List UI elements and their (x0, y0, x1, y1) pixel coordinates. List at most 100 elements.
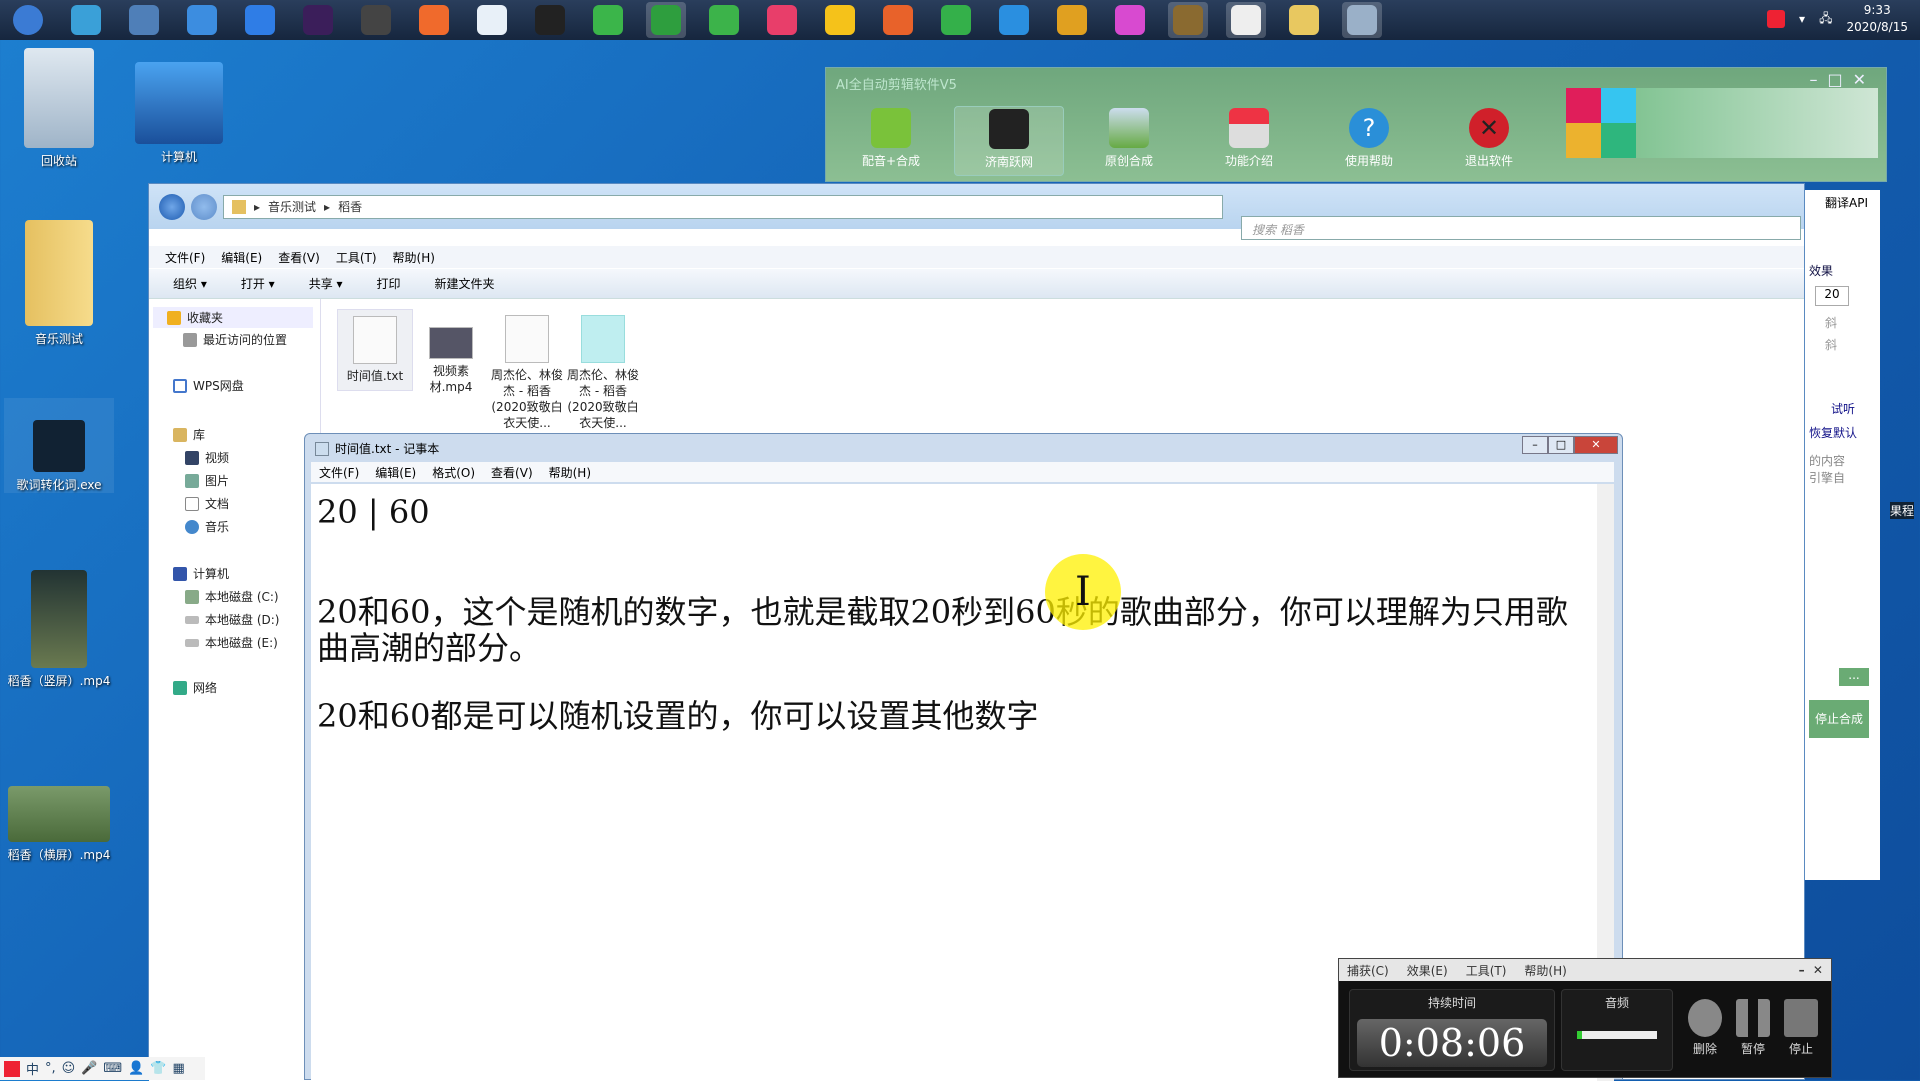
original-compose-button[interactable]: 原创合成 (1074, 106, 1184, 176)
breadcrumb-daoxiang[interactable]: 稻香 (338, 198, 362, 215)
value-input[interactable]: 20 (1815, 286, 1849, 306)
close-button[interactable]: ✕ (1574, 436, 1618, 454)
print-button[interactable]: 打印 (377, 275, 401, 292)
nav-library[interactable]: 库 (173, 426, 205, 443)
desktop-icon-computer[interactable]: 计算机 (124, 62, 234, 165)
translate-api-tab[interactable]: 翻译API (1825, 194, 1868, 211)
menu-format[interactable]: 格式(O) (432, 464, 475, 481)
camtasia-taskbar-button[interactable] (588, 2, 628, 38)
notepad-taskbar-button[interactable] (1342, 2, 1382, 38)
camtasia-recorder-taskbar-button[interactable] (646, 2, 686, 38)
k-app-taskbar-button[interactable] (240, 2, 280, 38)
video-editor-taskbar-button[interactable] (1168, 2, 1208, 38)
jinan-yuewang-button[interactable]: 济南跃网 (954, 106, 1064, 176)
camtasia-white-taskbar-button[interactable] (1226, 2, 1266, 38)
checkbox-1[interactable]: 斜 (1825, 314, 1837, 331)
clock[interactable]: 9:33 2020/8/15 (1846, 2, 1908, 36)
stop-compose-button[interactable]: 停止合成 (1809, 700, 1869, 738)
start-orb-taskbar-button[interactable] (8, 2, 48, 38)
breadcrumb-music-test[interactable]: 音乐测试 (268, 198, 316, 215)
address-bar[interactable]: ▸ 音乐测试 ▸ 稻香 (223, 194, 1223, 219)
file-item-song-mp3[interactable]: 周杰伦、林俊杰 - 稻香 (2020致敬白衣天使... (565, 315, 641, 431)
help-button[interactable]: ? 使用帮助 (1314, 106, 1424, 176)
after-effects-taskbar-button[interactable] (298, 2, 338, 38)
organize-button[interactable]: 组织 ▾ (173, 275, 207, 292)
desktop-icon-vertical-mp4[interactable]: 稻香（竖屏）.mp4 (4, 570, 114, 689)
delete-button[interactable]: 删除 (1685, 999, 1725, 1057)
firefox-taskbar-button[interactable] (878, 2, 918, 38)
minimize-button[interactable]: – (1522, 436, 1548, 454)
audio-volume-slider[interactable] (1577, 1031, 1657, 1039)
file-explorer-taskbar-button[interactable] (1284, 2, 1324, 38)
desktop-icon-music-test[interactable]: 音乐测试 (4, 220, 114, 347)
scissors-taskbar-button[interactable] (356, 2, 396, 38)
share-button[interactable]: 共享 ▾ (309, 275, 343, 292)
search-input[interactable]: 搜索 稻香 (1241, 216, 1801, 240)
keyboard-icon[interactable]: ⌨ (103, 1061, 122, 1076)
sogou-ime-icon[interactable] (1767, 10, 1786, 28)
recorder-min-close[interactable]: – ✕ (1799, 963, 1823, 977)
ime-mode[interactable]: 中 (26, 1059, 39, 1078)
nav-video[interactable]: 视频 (185, 449, 229, 466)
nav-documents[interactable]: 文档 (185, 495, 229, 512)
desktop-icon-horizontal-mp4[interactable]: 稻香（横屏）.mp4 (4, 786, 114, 863)
nav-pictures[interactable]: 图片 (185, 472, 229, 489)
tray-expand-icon[interactable]: ▾ (1799, 12, 1805, 26)
menu-help[interactable]: 帮助(H) (1524, 962, 1566, 979)
color-wheel-taskbar-button[interactable] (1110, 2, 1150, 38)
menu-help[interactable]: 帮助(H) (393, 249, 435, 266)
m-yellow-app-taskbar-button[interactable] (820, 2, 860, 38)
menu-capture[interactable]: 捕获(C) (1347, 962, 1389, 979)
punctuation-icon[interactable]: °, (45, 1061, 56, 1076)
open-button[interactable]: 打开 ▾ (241, 275, 275, 292)
nav-favorites[interactable]: 收藏夹 (153, 307, 313, 328)
new-folder-button[interactable]: 新建文件夹 (435, 275, 495, 292)
back-button[interactable] (159, 193, 185, 220)
nav-music[interactable]: 音乐 (185, 518, 229, 535)
maximize-button[interactable]: □ (1548, 436, 1574, 454)
qq-taskbar-button[interactable] (530, 2, 570, 38)
pause-button[interactable]: 暂停 (1733, 999, 1773, 1057)
pen-app-taskbar-button[interactable] (472, 2, 512, 38)
music-app-taskbar-button[interactable] (762, 2, 802, 38)
desktop-icon-lyrics-exe[interactable]: 歌词转化词.exe (4, 398, 114, 493)
nav-drive-c[interactable]: 本地磁盘 (C:) (185, 588, 279, 605)
emoji-icon[interactable]: ☺ (62, 1061, 76, 1076)
nav-drive-d[interactable]: 本地磁盘 (D:) (185, 611, 279, 628)
chrome-taskbar-button[interactable] (1052, 2, 1092, 38)
listen-button[interactable]: 试听 (1831, 400, 1855, 417)
stop-button[interactable]: 停止 (1781, 999, 1821, 1057)
green-browser-taskbar-button[interactable] (936, 2, 976, 38)
wechat-taskbar-button[interactable] (704, 2, 744, 38)
menu-tools[interactable]: 工具(T) (1466, 962, 1507, 979)
checkbox-2[interactable]: 斜 (1825, 336, 1837, 353)
forward-button[interactable] (191, 193, 217, 220)
features-button[interactable]: 功能介绍 (1194, 106, 1304, 176)
toolbox-icon[interactable]: ▦ (173, 1061, 185, 1076)
menu-file[interactable]: 文件(F) (319, 464, 359, 481)
menu-view[interactable]: 查看(V) (491, 464, 533, 481)
menu-tools[interactable]: 工具(T) (336, 249, 377, 266)
restore-default-button[interactable]: 恢复默认 (1809, 424, 1857, 441)
m-app-taskbar-button[interactable] (124, 2, 164, 38)
window-controls[interactable]: –□✕ (1809, 70, 1876, 89)
menu-edit[interactable]: 编辑(E) (221, 249, 262, 266)
menu-view[interactable]: 查看(V) (278, 249, 320, 266)
file-item-mp4[interactable]: 视频素材.mp4 (413, 315, 489, 395)
nav-wps[interactable]: WPS网盘 (173, 377, 244, 394)
bird-app-taskbar-button[interactable] (66, 2, 106, 38)
qq-browser-taskbar-button[interactable] (182, 2, 222, 38)
file-item-song-1[interactable]: 周杰伦、林俊杰 - 稻香 (2020致敬白衣天使... (489, 315, 565, 431)
ie-taskbar-button[interactable] (994, 2, 1034, 38)
nav-computer[interactable]: 计算机 (173, 565, 229, 582)
menu-edit[interactable]: 编辑(E) (375, 464, 416, 481)
exit-button[interactable]: ✕ 退出软件 (1434, 106, 1544, 176)
menu-file[interactable]: 文件(F) (165, 249, 205, 266)
desktop-icon-recycle-bin[interactable]: 回收站 (4, 48, 114, 169)
dub-compose-button[interactable]: 配音+合成 (836, 106, 946, 176)
file-item-txt[interactable]: 时间值.txt (337, 309, 413, 391)
nav-recent[interactable]: 最近访问的位置 (183, 331, 287, 348)
network-icon[interactable]: 🖧 (1819, 9, 1832, 30)
mic-icon[interactable]: 🎤 (81, 1061, 97, 1076)
skin-icon[interactable]: 👕 (150, 1061, 166, 1076)
